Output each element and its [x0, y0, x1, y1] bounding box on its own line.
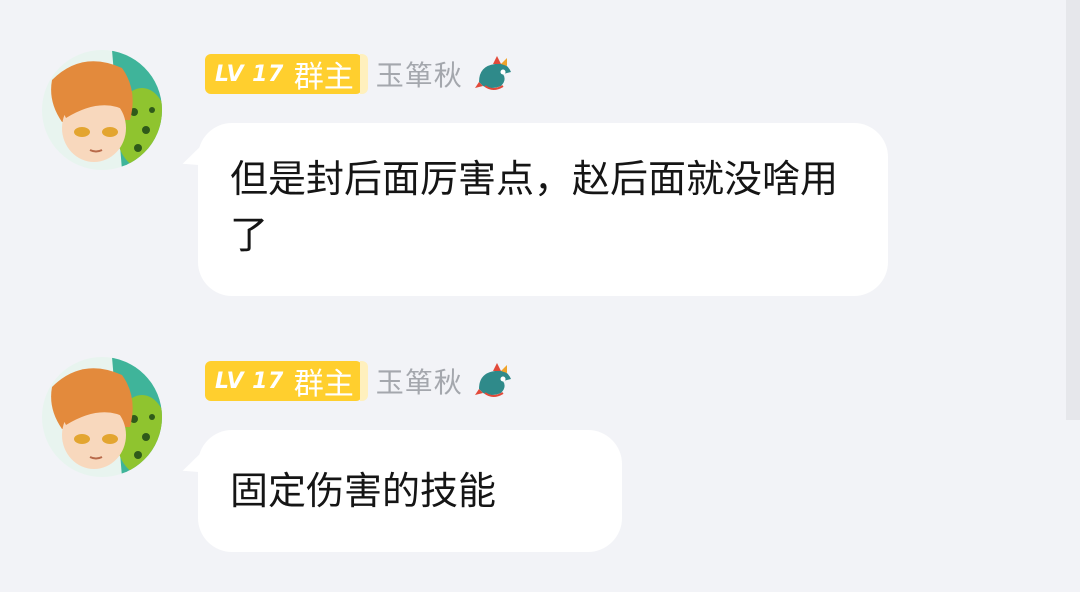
sender-header: LV 17 群主 玉箪秋 — [205, 53, 517, 95]
level-label: LV 17 — [215, 61, 284, 87]
username[interactable]: 玉箪秋 — [376, 54, 463, 94]
username[interactable]: 玉箪秋 — [376, 361, 463, 401]
level-badge: LV 17 群主 — [205, 361, 362, 402]
dragon-icon — [474, 363, 511, 397]
anime-boy-avatar-icon — [42, 50, 162, 170]
anime-boy-avatar-icon — [42, 357, 162, 477]
message-bubble[interactable]: 固定伤害的技能 — [198, 430, 622, 552]
chat-message: LV 17 群主 玉箪秋 固定伤害的技能 — [0, 310, 1060, 592]
sender-header: LV 17 群主 玉箪秋 — [205, 360, 517, 402]
avatar[interactable] — [42, 357, 162, 477]
chat-message: LV 17 群主 玉箪秋 但是封后面厉害点，赵后面就没啥用了 — [0, 0, 1060, 310]
avatar[interactable] — [42, 50, 162, 170]
message-bubble[interactable]: 但是封后面厉害点，赵后面就没啥用了 — [198, 123, 888, 296]
dragon-icon — [474, 56, 511, 90]
level-badge: LV 17 群主 — [205, 54, 362, 95]
role-label: 群主 — [293, 60, 354, 95]
level-label: LV 17 — [215, 368, 284, 394]
scrollbar[interactable] — [1066, 0, 1080, 420]
role-label: 群主 — [293, 367, 354, 402]
badge-tail — [359, 361, 368, 401]
badge-tail — [359, 54, 368, 94]
